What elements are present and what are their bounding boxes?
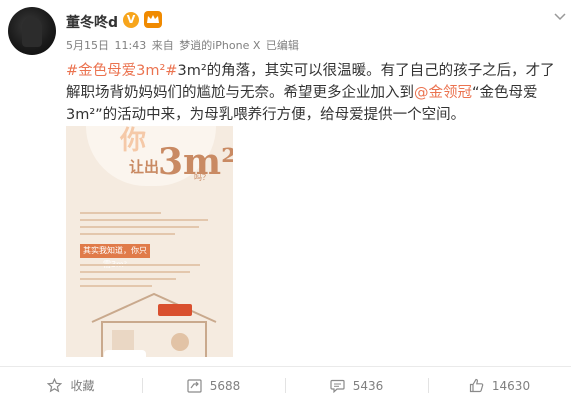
repost-count: 5688 [209, 378, 241, 393]
author-name[interactable]: 董冬咚d [66, 12, 118, 32]
favorite-button[interactable]: 收藏 [0, 367, 142, 403]
post-date[interactable]: 5月15日 [66, 39, 109, 52]
like-button[interactable]: 14630 [428, 367, 571, 403]
verified-badge: V [123, 12, 139, 28]
poster-question: 吗？ [194, 173, 210, 182]
comment-icon [330, 379, 345, 393]
repost-icon [187, 378, 202, 393]
post-meta: 5月15日 11:43 来自 梦逍的iPhone X 已编辑 [66, 37, 301, 53]
comment-button[interactable]: 5436 [285, 367, 428, 403]
post-image[interactable]: 你 让出 3m² 吗？ 其实我知道，你只需3m² [66, 126, 233, 357]
like-count: 14630 [491, 378, 531, 393]
source-prefix: 来自 [151, 39, 174, 52]
post-source: 梦逍的iPhone X [179, 39, 261, 52]
chevron-down-icon[interactable] [553, 8, 567, 21]
crown-icon[interactable] [144, 11, 162, 28]
poster-headline: 让出 [129, 158, 160, 176]
house-illustration [91, 292, 217, 357]
hashtag-link[interactable]: #金色母爱3m²# [66, 63, 177, 79]
avatar[interactable] [8, 7, 56, 55]
mention-link[interactable]: @金领冠 [414, 85, 472, 101]
star-icon [47, 378, 63, 393]
edited-label[interactable]: 已编辑 [266, 39, 299, 52]
poster-text-lines [80, 212, 215, 240]
brand-logo [158, 304, 192, 316]
favorite-label: 收藏 [70, 379, 95, 393]
poster-text-lines-2 [80, 264, 200, 292]
action-bar: 收藏 5688 5436 14630 [0, 366, 571, 403]
post-content: #金色母爱3m²#3m²的角落，其实可以很温暖。有了自己的孩子之后，才了解职场背… [66, 60, 566, 126]
poster-headline-char: 你 [120, 126, 147, 156]
poster-banner: 其实我知道，你只需3m² [80, 244, 150, 269]
post-time[interactable]: 11:43 [115, 39, 147, 52]
comment-count: 5436 [352, 378, 384, 393]
thumbs-up-icon [469, 378, 484, 393]
repost-button[interactable]: 5688 [142, 367, 285, 403]
